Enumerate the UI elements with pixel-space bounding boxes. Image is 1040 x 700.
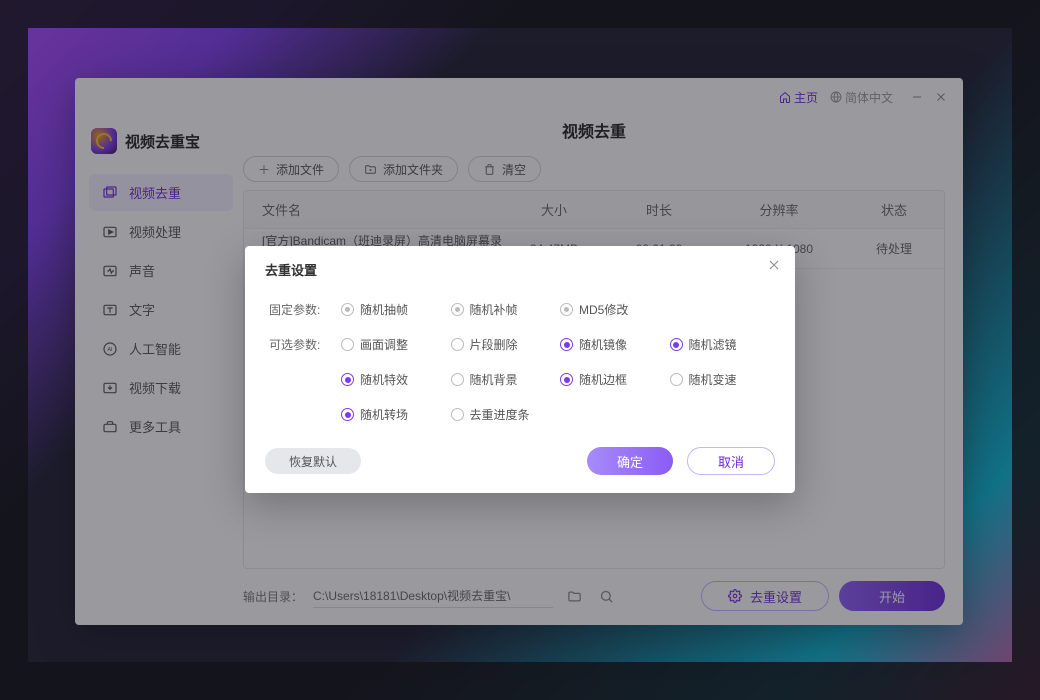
- radio-icon: [451, 408, 464, 421]
- opt-filter[interactable]: 随机滤镜: [670, 336, 772, 353]
- reset-button[interactable]: 恢复默认: [265, 448, 361, 474]
- radio-icon: [341, 303, 354, 316]
- optional-params-label: 可选参数:: [269, 336, 333, 353]
- fixed-params-label: 固定参数:: [269, 301, 333, 318]
- radio-icon: [451, 338, 464, 351]
- opt-mirror[interactable]: 随机镜像: [560, 336, 662, 353]
- opt-border[interactable]: 随机边框: [560, 371, 662, 388]
- opt-effect[interactable]: 随机特效: [341, 371, 443, 388]
- fixed-param-frame-add: 随机补帧: [451, 301, 553, 318]
- ok-button[interactable]: 确定: [587, 447, 673, 475]
- opt-progress-bar[interactable]: 去重进度条: [451, 406, 553, 423]
- params-grid: 固定参数: 随机抽帧 随机补帧 MD5修改 可选参数: 画面调整 片段删除 随机…: [265, 279, 775, 429]
- radio-icon: [451, 373, 464, 386]
- radio-icon: [670, 338, 683, 351]
- opt-speed[interactable]: 随机变速: [670, 371, 772, 388]
- modal-overlay[interactable]: 去重设置 固定参数: 随机抽帧 随机补帧 MD5修改 可选参数: 画面调整 片段…: [0, 0, 1040, 700]
- radio-icon: [670, 373, 683, 386]
- modal-title: 去重设置: [265, 260, 775, 279]
- fixed-param-md5: MD5修改: [560, 301, 662, 318]
- opt-transition[interactable]: 随机转场: [341, 406, 443, 423]
- modal-close-button[interactable]: [767, 258, 781, 272]
- dedup-settings-modal: 去重设置 固定参数: 随机抽帧 随机补帧 MD5修改 可选参数: 画面调整 片段…: [245, 246, 795, 493]
- radio-icon: [560, 373, 573, 386]
- radio-icon: [560, 338, 573, 351]
- opt-clip-delete[interactable]: 片段删除: [451, 336, 553, 353]
- radio-icon: [451, 303, 464, 316]
- modal-footer: 恢复默认 确定 取消: [265, 429, 775, 475]
- opt-background[interactable]: 随机背景: [451, 371, 553, 388]
- radio-icon: [341, 338, 354, 351]
- opt-picture-adjust[interactable]: 画面调整: [341, 336, 443, 353]
- radio-icon: [560, 303, 573, 316]
- radio-icon: [341, 373, 354, 386]
- radio-icon: [341, 408, 354, 421]
- fixed-param-frame-drop: 随机抽帧: [341, 301, 443, 318]
- cancel-button[interactable]: 取消: [687, 447, 775, 475]
